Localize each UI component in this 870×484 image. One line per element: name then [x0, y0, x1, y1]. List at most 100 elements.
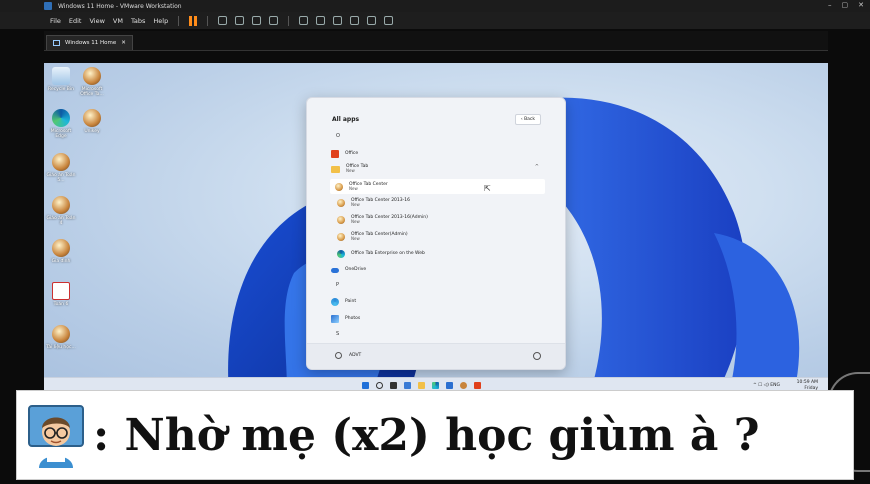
store-icon[interactable] — [446, 382, 453, 389]
app-office-tab-folder[interactable]: Office Tab New — [331, 162, 546, 176]
desktop-icon-label: Giáo án Toán 4 — [46, 216, 76, 226]
menu-vm[interactable]: VM — [113, 17, 123, 25]
desktop-icon-folder[interactable]: Gia đình — [46, 239, 76, 264]
paint-icon — [331, 298, 339, 306]
app-name: Paint — [345, 299, 357, 305]
app-office-tab-center-2013[interactable]: Office Tab Center 2013-16 New — [331, 196, 546, 210]
folder-icon — [52, 239, 70, 257]
user-account-button[interactable]: ADVT — [335, 352, 361, 359]
file-explorer-icon[interactable] — [418, 382, 425, 389]
desktop-icon-label: Giáo án Toán 5... — [46, 173, 76, 183]
app-office-tab-center[interactable]: Office Tab Center New — [330, 179, 545, 194]
menu-file[interactable]: File — [50, 17, 61, 25]
console-icon[interactable] — [367, 16, 377, 25]
user-icon — [335, 352, 342, 359]
app-new-badge: New — [351, 236, 360, 242]
app-name: Office Tab Center 2013-16(Admin) — [351, 215, 428, 221]
desktop-icon-unikey[interactable]: Unikey — [77, 109, 107, 134]
minimize-button[interactable]: – — [828, 1, 832, 9]
unity-icon[interactable] — [350, 16, 360, 25]
search-icon[interactable] — [376, 382, 383, 389]
app-paint[interactable]: Paint — [331, 295, 546, 309]
widgets-icon[interactable] — [404, 382, 411, 389]
app-name: Office — [345, 151, 359, 157]
desktop-icon-label: Unikey — [84, 129, 100, 134]
toolbar-divider — [178, 15, 180, 26]
office-tab-icon — [337, 199, 345, 207]
doc-icon — [52, 196, 70, 214]
menu-tabs[interactable]: Tabs — [131, 17, 145, 25]
clock-time: 10:59 AM — [796, 380, 818, 385]
desktop-icon-recycle-bin[interactable]: Recycle Bin — [46, 67, 76, 92]
desktop-icon-office-tab[interactable]: Microsoft Office Ta... — [77, 67, 107, 97]
close-button[interactable]: ✕ — [858, 1, 864, 9]
office-icon[interactable] — [474, 382, 481, 389]
desktop-icon-label: Microsoft Edge — [50, 129, 72, 139]
menu-view[interactable]: View — [89, 17, 104, 25]
maximize-button[interactable]: ▢ — [842, 1, 849, 9]
fullscreen-icon[interactable] — [333, 16, 343, 25]
window-titlebar: Windows 11 Home - VMware Workstation – ▢… — [0, 0, 870, 12]
thumbnail-icon[interactable] — [316, 16, 326, 25]
task-view-icon[interactable] — [390, 382, 397, 389]
revert-icon[interactable] — [252, 16, 262, 25]
app-new-badge: New — [351, 219, 360, 225]
desktop-icon-doc-1[interactable]: Giáo án Toán 5... — [46, 153, 76, 183]
letter-heading[interactable]: O — [336, 133, 340, 139]
app-name: OneDrive — [345, 267, 367, 273]
manage-snapshots-icon[interactable] — [269, 16, 279, 25]
app-office-tab-center-2013-admin[interactable]: Office Tab Center 2013-16(Admin) New — [331, 213, 546, 227]
desktop-icon-edge[interactable]: Microsoft Edge — [46, 109, 76, 139]
mouse-cursor-icon: ⇱ — [484, 184, 491, 193]
caption-banner: : Nhờ mẹ (x2) học giùm à ? — [16, 390, 854, 480]
folder-icon — [331, 165, 340, 173]
app-photos[interactable]: Photos — [331, 312, 546, 326]
doc-icon — [52, 153, 70, 171]
library-icon[interactable] — [299, 16, 309, 25]
all-apps-header: All apps — [332, 116, 360, 123]
pause-icon[interactable] — [189, 15, 198, 26]
toolbar-divider — [288, 15, 290, 26]
send-keys-icon[interactable] — [218, 16, 228, 25]
app-name: Office Tab Enterprise on the Web — [351, 251, 425, 257]
photos-icon — [331, 315, 339, 323]
edge-icon — [52, 109, 70, 127]
vmware-icon — [44, 2, 52, 10]
start-footer: ADVT — [307, 343, 565, 369]
app-office[interactable]: Office — [331, 147, 546, 161]
office-tab-icon — [83, 67, 101, 85]
vm-tab[interactable]: Windows 11 Home ✕ — [46, 35, 133, 50]
unikey-icon — [83, 109, 101, 127]
menu-edit[interactable]: Edit — [69, 17, 82, 25]
desktop-icon-doc-3[interactable]: Toán 6 — [46, 282, 76, 307]
menu-help[interactable]: Help — [153, 17, 168, 25]
vm-tab-label: Windows 11 Home — [65, 40, 117, 46]
vm-tab-bar: Windows 11 Home ✕ — [44, 31, 828, 51]
chevron-up-icon[interactable]: ^ — [535, 164, 539, 170]
stretch-icon[interactable] — [384, 16, 394, 25]
letter-heading[interactable]: S — [336, 331, 339, 337]
recycle-bin-icon — [52, 67, 70, 85]
start-icon[interactable] — [362, 382, 369, 389]
teacher-emoji-icon — [25, 402, 87, 468]
edge-icon[interactable] — [432, 382, 439, 389]
toolbar-divider — [207, 15, 209, 26]
desktop-icon-doc-4[interactable]: Tài liệu học... — [46, 325, 76, 350]
app-new-badge: New — [351, 202, 360, 208]
letter-heading[interactable]: P — [336, 282, 339, 288]
desktop-icon-doc-2[interactable]: Giáo án Toán 4 — [46, 196, 76, 226]
desktop-icon-label: Toán 6 — [53, 302, 69, 307]
tab-close-icon[interactable]: ✕ — [121, 40, 126, 46]
start-menu: All apps ‹ Back O Office Office Tab New ^… — [306, 97, 566, 370]
app-onedrive[interactable]: OneDrive — [331, 263, 546, 277]
back-button[interactable]: ‹ Back — [514, 114, 541, 125]
window-title: Windows 11 Home - VMware Workstation — [58, 2, 182, 10]
app-office-tab-center-admin[interactable]: Office Tab Center(Admin) New — [331, 230, 546, 244]
doc-icon — [52, 282, 70, 300]
office-tab-icon[interactable] — [460, 382, 467, 389]
office-tab-icon — [337, 233, 345, 241]
system-tray[interactable]: ^ ☐ ◁) ENG — [753, 383, 780, 388]
power-icon[interactable] — [533, 352, 541, 360]
snapshot-icon[interactable] — [235, 16, 245, 25]
app-office-tab-enterprise[interactable]: Office Tab Enterprise on the Web — [331, 247, 546, 261]
